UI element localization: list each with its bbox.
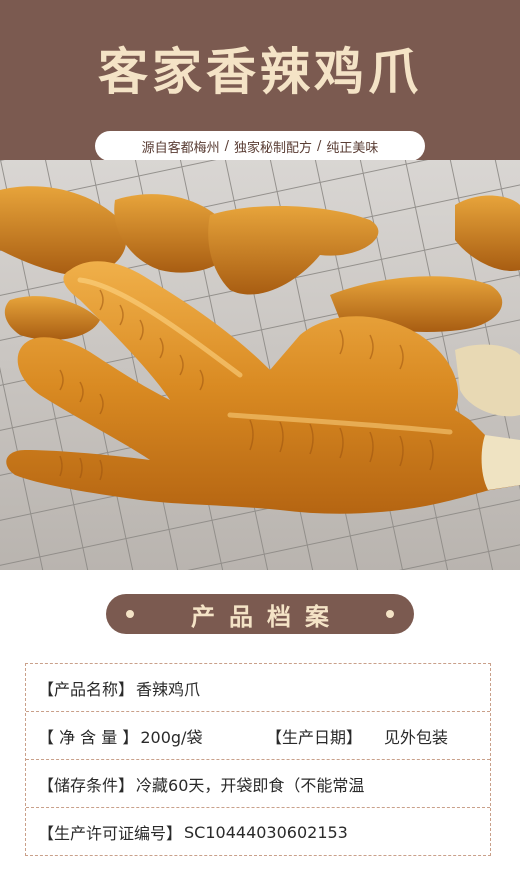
info-row-license: 【生产许可证编号】 SC10444030602153 [26,808,490,856]
tagline-pill: 源自客都梅州 / 独家秘制配方 / 纯正美味 [95,131,425,161]
tagline-item: 纯正美味 [326,140,379,156]
dot-icon [126,610,134,618]
product-photo [0,160,520,570]
tagline-item: 独家秘制配方 [233,140,312,156]
section-header-product-profile: 产品档案 [106,594,414,634]
product-info-table: 【产品名称】 香辣鸡爪 【 净 含 量 】 200g/袋 【生产日期】 见外包装… [25,663,491,856]
tagline-separator: / [317,138,322,154]
info-row-weight-date: 【 净 含 量 】 200g/袋 【生产日期】 见外包装 [26,712,490,760]
production-date-value: 见外包装 [384,727,449,747]
tagline-item: 源自客都梅州 [141,140,220,156]
info-row-name: 【产品名称】 香辣鸡爪 [26,664,490,712]
section-title: 产品档案 [191,602,343,631]
production-date-label: 【生产日期】 [266,727,363,747]
info-row-storage: 【储存条件】 冷藏60天，开袋即食（不能常温 [26,760,490,808]
storage-label: 【储存条件】 [38,775,135,795]
net-weight-label: 【 净 含 量 】 [38,727,139,747]
net-weight-value: 200g/袋 [140,727,203,747]
tagline-separator: / [224,138,229,154]
storage-value: 冷藏60天，开袋即食（不能常温 [136,775,365,795]
license-value: SC10444030602153 [184,822,348,842]
license-label: 【生产许可证编号】 [38,824,183,843]
dot-icon [386,610,394,618]
product-name-value: 香辣鸡爪 [136,679,201,699]
product-name-label: 【产品名称】 [38,679,135,699]
page-title: 客家香辣鸡爪 [98,42,422,101]
